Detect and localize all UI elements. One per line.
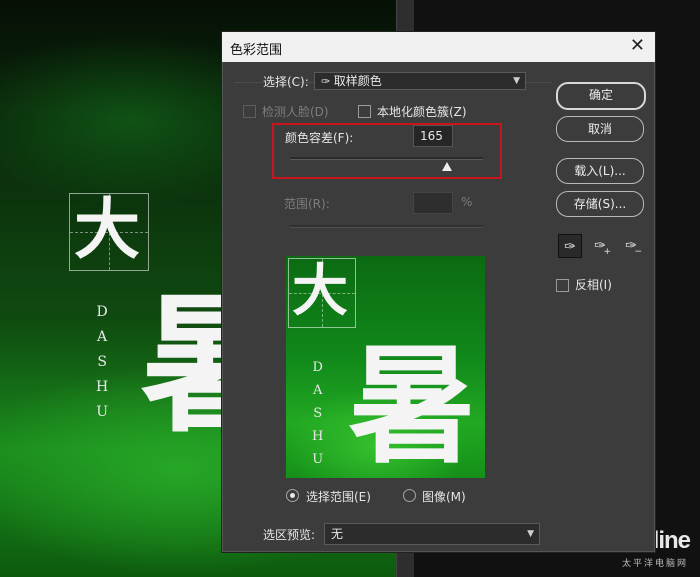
ok-button[interactable]: 确定 (556, 82, 646, 110)
radio-selection-label: 选择范围(E) (306, 490, 371, 504)
eyedropper-small-icon: ✑ (321, 75, 334, 88)
dialog-title: 色彩范围 (230, 43, 283, 58)
selection-preview-value: 无 (331, 527, 344, 541)
range-input[interactable] (413, 192, 453, 214)
save-button[interactable]: 存储(S)... (556, 191, 644, 217)
vertical-letter: S (313, 406, 325, 421)
range-slider-track[interactable] (290, 225, 483, 228)
preview-char-shu: 暑 (348, 331, 477, 478)
fuzziness-label: 颜色容差(F): (285, 131, 354, 145)
fuzziness-input[interactable]: 165 (413, 125, 453, 147)
preview-vertical-text: D A S H U (312, 356, 325, 471)
vertical-letter: D (312, 360, 325, 375)
preview-image: 大 D A S H U 暑 (286, 256, 485, 478)
cancel-button[interactable]: 取消 (556, 116, 644, 142)
eyedropper-icon[interactable]: ✑ (558, 234, 582, 258)
radio-image-label: 图像(M) (422, 490, 466, 504)
vertical-letter: H (312, 429, 326, 444)
detect-faces-checkbox[interactable] (243, 105, 256, 118)
radio-image[interactable] (403, 489, 416, 502)
vertical-letter: A (312, 383, 325, 398)
pconline-logo-sub: 太平洋电脑网 (621, 559, 688, 569)
selection-preview-dropdown[interactable]: 无 ▼ (324, 523, 540, 545)
invert-label: 反相(I) (575, 278, 612, 292)
chevron-down-icon: ▼ (513, 76, 520, 86)
vertical-letter: U (96, 404, 111, 420)
background-char-da: 大 (74, 190, 140, 268)
vertical-letter: D (96, 304, 110, 320)
eyedropper-plus-icon[interactable]: ✑ + (588, 234, 612, 258)
title-bar: 色彩范围 ✕ (222, 32, 655, 62)
detect-faces-label: 检测人脸(D) (262, 105, 329, 119)
invert-checkbox[interactable] (556, 279, 569, 292)
preview-char-da: 大 (292, 258, 348, 324)
select-label: 选择(C): (263, 75, 309, 89)
chevron-down-icon: ▼ (527, 529, 534, 539)
localized-clusters-checkbox[interactable] (358, 105, 371, 118)
select-value: 取样颜色 (333, 74, 382, 88)
load-button[interactable]: 载入(L)... (556, 158, 644, 184)
vertical-letter: A (97, 329, 110, 345)
eyedropper-minus-icon[interactable]: ✑ − (619, 234, 643, 258)
vertical-letter: S (97, 354, 109, 370)
selection-preview-label: 选区预览: (263, 528, 316, 542)
color-range-dialog: 色彩范围 ✕ 选择(C): ✑ 取样颜色 ▼ 检测人脸(D) 本地化颜色簇(Z)… (221, 31, 656, 553)
radio-selection[interactable] (286, 489, 299, 502)
localized-clusters-label: 本地化颜色簇(Z) (377, 105, 467, 119)
vertical-letter: U (312, 452, 326, 467)
select-dropdown[interactable]: ✑ 取样颜色 ▼ (314, 72, 526, 90)
fuzziness-slider-track[interactable] (290, 157, 483, 160)
range-label: 范围(R): (284, 197, 330, 211)
fuzziness-slider-thumb[interactable] (441, 162, 452, 171)
close-icon[interactable]: ✕ (630, 36, 645, 56)
range-unit: % (461, 195, 473, 209)
background-vertical-text: D A S H U (96, 300, 110, 425)
vertical-letter: H (96, 379, 111, 395)
